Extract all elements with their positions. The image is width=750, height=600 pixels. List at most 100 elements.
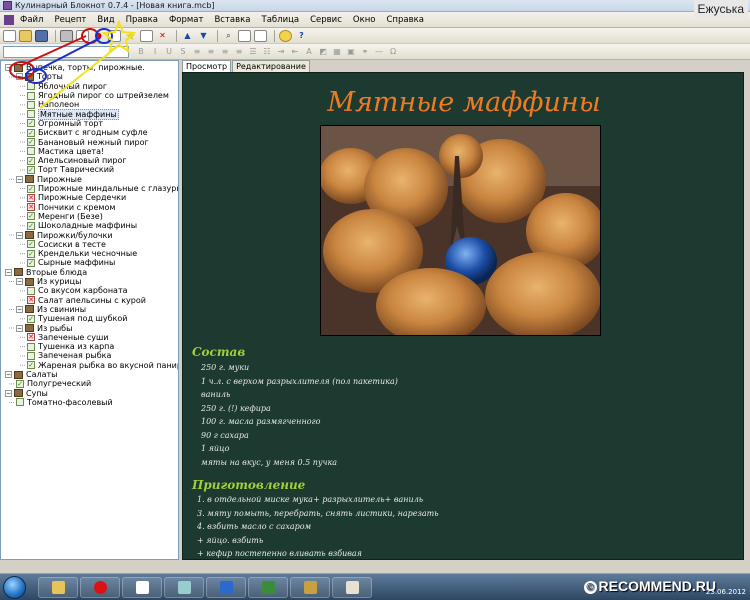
document-icon[interactable] xyxy=(4,14,14,25)
strike-icon[interactable]: S xyxy=(177,46,189,58)
justify-icon[interactable]: ≡ xyxy=(233,46,245,58)
menu-help[interactable]: Справка xyxy=(386,15,423,25)
copy-icon[interactable] xyxy=(108,29,121,42)
new-file-icon[interactable] xyxy=(3,29,16,42)
indent-icon[interactable]: ⇥ xyxy=(275,46,287,58)
tree-recipe-item[interactable]: ✓ Апельсиновый пирог xyxy=(27,156,127,165)
menu-window[interactable]: Окно xyxy=(353,15,376,25)
taskbar-explorer[interactable] xyxy=(38,577,78,598)
symbol-icon[interactable]: Ω xyxy=(387,46,399,58)
menu-format[interactable]: Формат xyxy=(169,15,204,25)
numbered-list-icon[interactable]: ☷ xyxy=(261,46,273,58)
move-up-icon[interactable]: ▲ xyxy=(181,30,194,42)
tree-expander-icon[interactable]: − xyxy=(16,73,23,81)
tree-expander-icon[interactable]: − xyxy=(16,324,23,332)
tree-recipe-item[interactable]: ✓ Сосиски в тесте xyxy=(27,240,106,249)
line-icon[interactable]: — xyxy=(373,46,385,58)
tree-folder[interactable]: − Пирожки/булочки xyxy=(16,230,113,240)
find-icon[interactable]: ⌕ xyxy=(222,30,235,42)
edit-note-icon[interactable] xyxy=(140,29,153,42)
menu-recipe[interactable]: Рецепт xyxy=(54,15,86,25)
tab-edit[interactable]: Редактирование xyxy=(232,60,310,72)
print-icon[interactable] xyxy=(60,29,73,42)
tree-recipe-item[interactable]: ✕ Пончики с кремом xyxy=(27,203,115,212)
tree-folder[interactable]: − Салаты xyxy=(5,370,57,379)
list-icon[interactable]: ☰ xyxy=(247,46,259,58)
tree-folder[interactable]: − Супы xyxy=(5,389,48,398)
start-button[interactable] xyxy=(3,576,26,599)
tree-folder[interactable]: − Торты xyxy=(16,72,63,81)
taskbar-app-5[interactable] xyxy=(290,577,330,598)
tree-recipe-item[interactable]: ✕ Запеченые суши xyxy=(27,333,109,342)
help-icon[interactable]: ? xyxy=(295,30,308,42)
tree-expander-icon[interactable]: − xyxy=(16,175,23,183)
align-right-icon[interactable]: ≡ xyxy=(219,46,231,58)
tree-recipe-item[interactable]: ✓ Шоколадные маффины xyxy=(27,221,137,230)
tree-recipe-item[interactable]: Мастика цвета! xyxy=(27,147,104,156)
menu-service[interactable]: Сервис xyxy=(310,15,342,25)
tree-recipe-item[interactable]: Томатно-фасолевый xyxy=(16,398,113,407)
menu-file[interactable]: Файл xyxy=(20,15,43,25)
tree-recipe-item[interactable]: ✓ Пирожные миндальные с глазурью xyxy=(27,184,178,193)
tree-recipe-item[interactable]: ✕ Салат апельсины с курой xyxy=(27,296,146,305)
menu-table[interactable]: Таблица xyxy=(262,15,300,25)
tree-folder[interactable]: − Из рыбы xyxy=(16,323,72,333)
taskbar-app-4[interactable] xyxy=(248,577,288,598)
outdent-icon[interactable]: ⇤ xyxy=(289,46,301,58)
font-select[interactable] xyxy=(3,45,129,58)
export-icon[interactable] xyxy=(238,29,251,42)
tree-recipe-item[interactable]: Ягодный пирог со штрейзелем xyxy=(27,91,169,100)
tree-recipe-item[interactable]: ✓ Торт Таврический xyxy=(27,165,114,174)
tree-recipe-item[interactable]: ✓ Тушеная под шубкой xyxy=(27,314,127,323)
tree-expander-icon[interactable]: − xyxy=(5,268,12,276)
image-icon[interactable]: ▣ xyxy=(345,46,357,58)
tree-folder[interactable]: − Из свинины xyxy=(16,305,86,314)
menu-insert[interactable]: Вставка xyxy=(214,15,250,25)
align-left-icon[interactable]: ≡ xyxy=(191,46,203,58)
tree-recipe-item[interactable]: Мятные маффины xyxy=(27,108,119,120)
tree-recipe-item[interactable]: ✓ Бисквит с ягодным суфле xyxy=(27,128,148,137)
preview-icon[interactable] xyxy=(76,29,89,42)
menu-edit[interactable]: Правка xyxy=(126,15,158,25)
tree-recipe-item[interactable]: ✓ Огромный торт xyxy=(27,119,103,128)
smiley-icon[interactable] xyxy=(279,29,292,42)
underline-icon[interactable]: U xyxy=(163,46,175,58)
recipe-book-icon[interactable]: ● xyxy=(92,30,105,42)
delete-icon[interactable]: ✕ xyxy=(156,30,169,42)
tree-recipe-item[interactable]: ✓ Крендельки чесночные xyxy=(27,249,137,258)
tree-recipe-item[interactable]: ✓ Сырные маффины xyxy=(27,258,115,267)
tree-recipe-item[interactable]: Яблочный пирог xyxy=(27,82,107,91)
highlight-icon[interactable]: ◩ xyxy=(317,46,329,58)
tree-folder[interactable]: − Пирожные xyxy=(16,175,82,184)
tree-folder[interactable]: − Из курицы xyxy=(16,277,81,286)
text-color-icon[interactable]: A xyxy=(303,46,315,58)
taskbar-app-2[interactable] xyxy=(164,577,204,598)
taskbar-opera[interactable] xyxy=(80,577,120,598)
menu-view[interactable]: Вид xyxy=(97,15,114,25)
tree-recipe-item[interactable]: ✓ Полугреческий xyxy=(16,379,91,388)
tree-recipe-item[interactable]: ✕ Пирожные Сердечки xyxy=(27,193,126,202)
link-icon[interactable]: ⚭ xyxy=(359,46,371,58)
tree-folder[interactable]: − Вторые блюда xyxy=(5,268,87,277)
move-down-icon[interactable]: ▼ xyxy=(197,30,210,42)
taskbar-app-3[interactable] xyxy=(206,577,246,598)
table-icon[interactable]: ▦ xyxy=(331,46,343,58)
mail-icon[interactable] xyxy=(254,29,267,42)
taskbar-app-1[interactable] xyxy=(122,577,162,598)
tree-expander-icon[interactable]: − xyxy=(5,371,12,379)
open-folder-icon[interactable] xyxy=(19,29,32,42)
tree-recipe-item[interactable]: Запеченая рыбка xyxy=(27,351,111,360)
bold-icon[interactable]: B xyxy=(135,46,147,58)
align-center-icon[interactable]: ≡ xyxy=(205,46,217,58)
tree-expander-icon[interactable]: − xyxy=(5,64,12,72)
tree-folder[interactable]: − Выпечка, торты, пирожные. xyxy=(5,63,145,72)
tree-expander-icon[interactable]: − xyxy=(16,305,23,313)
italic-icon[interactable]: I xyxy=(149,46,161,58)
tree-recipe-item[interactable]: Тушенка из карпа xyxy=(27,342,114,351)
tree-expander-icon[interactable]: − xyxy=(5,389,12,397)
tree-expander-icon[interactable]: − xyxy=(16,278,23,286)
taskbar-app-6[interactable] xyxy=(332,577,372,598)
tree-recipe-item[interactable]: ✓ Жареная рыбка во вкусной панир xyxy=(27,361,178,370)
star-icon[interactable]: ★ xyxy=(124,29,137,43)
tree-recipe-item[interactable]: ✓ Банановый нежный пирог xyxy=(27,137,149,147)
